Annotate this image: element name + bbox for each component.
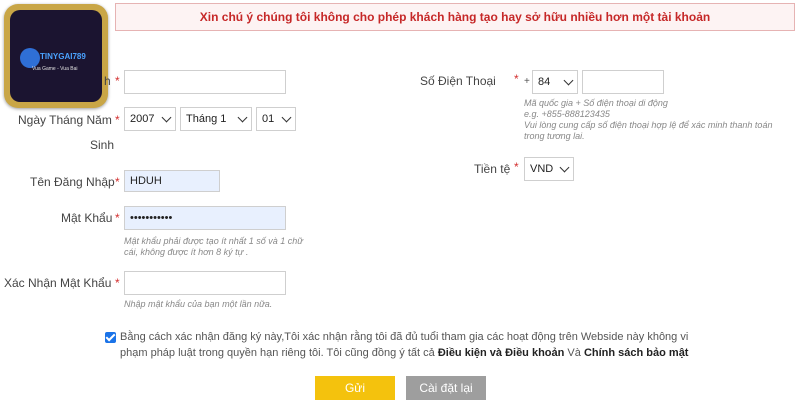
reset-button[interactable]: Cài đặt lại xyxy=(406,376,486,400)
chevron-down-icon xyxy=(237,112,248,123)
terms-link[interactable]: Điều kiện và Điều khoản xyxy=(438,347,565,359)
confirm-password-input[interactable] xyxy=(124,271,286,295)
required-mark: * xyxy=(115,211,120,225)
required-mark: * xyxy=(514,160,519,174)
name-label-fragment: h xyxy=(104,74,111,88)
phone-number-input[interactable] xyxy=(582,70,664,94)
logo-name: TINYGAI789 xyxy=(40,52,86,61)
dob-month-select[interactable]: Tháng 1 xyxy=(180,107,252,131)
privacy-link[interactable]: Chính sách bảo mật xyxy=(584,347,689,359)
logo-badge: TINYGAI789 Vua Game - Vua Bai xyxy=(10,10,102,102)
confirm-password-hint: Nhập mật khẩu của bạn một lần nữa. xyxy=(124,299,273,309)
dob-label: Ngày Tháng Năm xyxy=(18,113,112,127)
username-input[interactable] xyxy=(124,170,220,192)
agreement-text: Bằng cách xác nhận đăng ký này,Tôi xác n… xyxy=(120,329,800,361)
brand-logo: TINYGAI789 Vua Game - Vua Bai xyxy=(4,4,108,108)
required-mark: * xyxy=(115,175,120,189)
agreement-line1: Bằng cách xác nhận đăng ký này,Tôi xác n… xyxy=(120,331,689,343)
password-hint: Mật khẩu phải được tạo ít nhất 1 số và 1… xyxy=(124,236,303,257)
chevron-down-icon xyxy=(563,75,574,86)
required-mark: * xyxy=(115,113,120,127)
password-input[interactable] xyxy=(124,206,286,230)
phone-country-code-select[interactable]: 84 xyxy=(532,70,578,94)
currency-select[interactable]: VND xyxy=(524,157,574,181)
chevron-down-icon xyxy=(161,112,172,123)
phone-label: Số Điện Thoại xyxy=(420,74,496,88)
required-mark: * xyxy=(115,74,120,88)
tiger-emblem-icon xyxy=(20,48,40,68)
phone-hint-format: Mã quốc gia + Số điện thoại di động xyxy=(524,98,668,108)
agreement-line2: phạm pháp luật trong quyền hạn riêng tôi… xyxy=(120,345,800,361)
dob-label-line2: Sinh xyxy=(90,138,115,152)
dob-day-select[interactable]: 01 xyxy=(256,107,296,131)
dob-month-value: Tháng 1 xyxy=(186,113,227,125)
required-mark: * xyxy=(115,276,120,290)
phone-country-code-value: 84 xyxy=(538,76,551,88)
account-policy-notice: Xin chú ý chúng tôi không cho phép khách… xyxy=(115,3,795,31)
dob-year-select[interactable]: 2007 xyxy=(124,107,176,131)
phone-hint-example: e.g. +855-888123435 xyxy=(524,109,610,119)
agreement-checkbox[interactable] xyxy=(105,332,116,343)
full-name-input[interactable] xyxy=(124,70,286,94)
phone-plus-sign: + xyxy=(524,76,530,87)
username-label: Tên Đăng Nhập xyxy=(30,175,115,189)
logo-tagline: Vua Game - Vua Bai xyxy=(32,66,78,72)
currency-value: VND xyxy=(530,163,554,175)
currency-label: Tiền tệ xyxy=(474,162,511,176)
submit-button[interactable]: Gửi xyxy=(315,376,395,400)
password-label: Mật Khẩu xyxy=(61,211,113,225)
phone-hint-verify: Vui lòng cung cấp số điện thoại hợp lệ đ… xyxy=(524,120,773,141)
dob-year-value: 2007 xyxy=(130,113,155,125)
required-mark: * xyxy=(514,72,519,86)
agreement-connector: Và xyxy=(567,347,581,359)
dob-day-value: 01 xyxy=(262,113,275,125)
chevron-down-icon xyxy=(559,162,570,173)
chevron-down-icon xyxy=(281,112,292,123)
confirm-password-label: Xác Nhận Mật Khẩu xyxy=(4,276,112,290)
agreement-line2-text: phạm pháp luật trong quyền hạn riêng tôi… xyxy=(120,347,435,359)
